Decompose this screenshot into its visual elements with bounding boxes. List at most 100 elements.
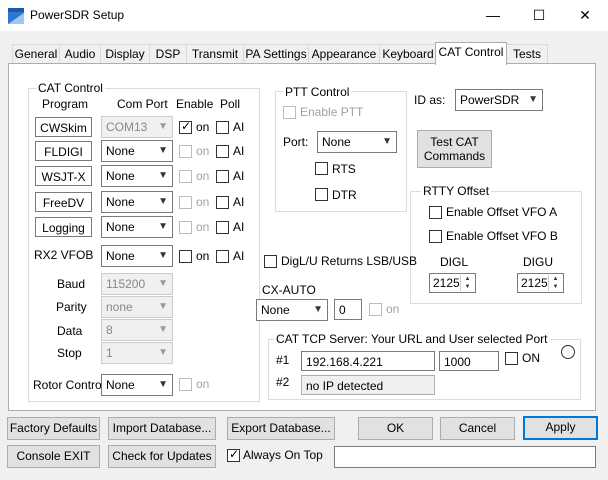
- digl-returns-checkbox[interactable]: [264, 255, 277, 268]
- enable-ptt-checkbox[interactable]: [283, 106, 296, 119]
- tab-general[interactable]: General: [12, 44, 60, 64]
- comport-value: None: [106, 195, 135, 209]
- apply-button[interactable]: Apply: [523, 416, 598, 440]
- poll-checkbox[interactable]: [216, 221, 229, 234]
- comport-select[interactable]: None ▼: [101, 165, 173, 187]
- dtr-checkbox[interactable]: [315, 188, 328, 201]
- digl-value: 2125: [433, 276, 460, 290]
- baud-value: 115200: [106, 277, 146, 291]
- tab-display[interactable]: Display: [100, 44, 150, 64]
- rotor-port-value: None: [106, 378, 135, 392]
- cx-auto-select[interactable]: None ▼: [256, 299, 328, 321]
- parity-select[interactable]: none ▼: [101, 296, 173, 318]
- poll-checkbox[interactable]: [216, 170, 229, 183]
- tab-tests[interactable]: Tests: [506, 44, 548, 64]
- status-text-field[interactable]: [334, 446, 596, 468]
- enable-checkbox[interactable]: [179, 170, 192, 183]
- tab-keyboard[interactable]: Keyboard: [379, 44, 437, 64]
- check-for-updates-button[interactable]: Check for Updates: [108, 445, 216, 468]
- tab-cat-control[interactable]: CAT Control: [435, 42, 507, 65]
- app-icon: [8, 8, 24, 24]
- tab-dsp[interactable]: DSP: [149, 44, 187, 64]
- program-name-field[interactable]: Logging: [35, 217, 92, 237]
- ptt-port-value: None: [322, 135, 351, 149]
- baud-select[interactable]: 115200 ▼: [101, 273, 173, 295]
- parity-value: none: [106, 300, 133, 314]
- comport-value: None: [106, 169, 135, 183]
- factory-defaults-button[interactable]: Factory Defaults: [7, 417, 100, 440]
- cx-auto-value: None: [261, 303, 290, 317]
- console-exit-button[interactable]: Console EXIT: [7, 445, 100, 468]
- poll-checkbox[interactable]: [216, 196, 229, 209]
- parity-label: Parity: [56, 300, 87, 314]
- chevron-down-icon: ▼: [382, 136, 392, 147]
- comport-select[interactable]: None ▼: [101, 216, 173, 238]
- tab-transmit[interactable]: Transmit: [186, 44, 244, 64]
- spinner-arrows-icon[interactable]: ▲ ▼: [460, 275, 474, 291]
- tcp-port-field[interactable]: 1000: [439, 351, 499, 371]
- always-on-top-checkbox[interactable]: [227, 447, 240, 462]
- tcp-on-label: ON: [522, 351, 540, 365]
- offset-vfob-checkbox[interactable]: [429, 230, 442, 243]
- id-as-select[interactable]: PowerSDR ▼: [455, 89, 543, 111]
- poll-checkbox[interactable]: [216, 121, 229, 134]
- spinner-arrows-icon[interactable]: ▲ ▼: [548, 275, 562, 291]
- tcp-radio-button[interactable]: [561, 345, 575, 359]
- tcp-url-field[interactable]: 192.168.4.221: [301, 351, 435, 371]
- tcp-on-checkbox[interactable]: [505, 352, 518, 365]
- cx-auto-on-checkbox[interactable]: [369, 303, 382, 316]
- tab-appearance[interactable]: Appearance: [308, 44, 380, 64]
- cx-auto-number-field[interactable]: 0: [334, 299, 362, 320]
- test-cat-commands-button[interactable]: Test CAT Commands: [417, 130, 492, 168]
- rts-checkbox[interactable]: [315, 162, 328, 175]
- program-name-field[interactable]: FreeDV: [35, 192, 92, 212]
- rx2-poll-checkbox[interactable]: [216, 250, 229, 263]
- stop-bits-select[interactable]: 1 ▼: [101, 342, 173, 364]
- digl-returns-label: DigL/U Returns LSB/USB: [281, 254, 418, 268]
- program-name-field[interactable]: WSJT-X: [35, 166, 92, 186]
- enable-ptt-label: Enable PTT: [300, 105, 364, 119]
- enable-checkbox[interactable]: [179, 145, 192, 158]
- enable-checkbox[interactable]: [179, 196, 192, 209]
- close-button[interactable]: ✕: [562, 0, 608, 31]
- enable-label: on: [196, 120, 210, 134]
- id-as-label: ID as:: [414, 93, 446, 107]
- offset-vfoa-checkbox[interactable]: [429, 206, 442, 219]
- enable-label: on: [196, 220, 210, 234]
- tcp-row1-label: #1: [276, 353, 290, 367]
- ptt-port-select[interactable]: None ▼: [317, 131, 397, 153]
- digu-spinner[interactable]: 2125 ▲ ▼: [517, 273, 564, 293]
- chevron-down-icon: ▼: [158, 121, 168, 132]
- enable-checkbox[interactable]: [179, 119, 192, 134]
- digu-label: DIGU: [523, 255, 553, 269]
- rx2-enable-checkbox[interactable]: [179, 250, 192, 263]
- digl-spinner[interactable]: 2125 ▲ ▼: [429, 273, 476, 293]
- cat-tcp-server-legend: CAT TCP Server: Your URL and User select…: [274, 332, 550, 346]
- cat-control-legend: CAT Control: [36, 81, 105, 95]
- enable-checkbox[interactable]: [179, 221, 192, 234]
- poll-checkbox[interactable]: [216, 145, 229, 158]
- tab-audio[interactable]: Audio: [59, 44, 101, 64]
- rts-label: RTS: [332, 162, 356, 176]
- comport-select[interactable]: None ▼: [101, 191, 173, 213]
- enable-label: on: [196, 144, 210, 158]
- cx-auto-on-label: on: [386, 302, 400, 316]
- comport-select[interactable]: COM13 ▼: [101, 116, 173, 138]
- program-name-field[interactable]: CWSkim: [35, 117, 92, 137]
- minimize-button[interactable]: —: [470, 0, 516, 31]
- cancel-button[interactable]: Cancel: [440, 417, 515, 440]
- data-bits-select[interactable]: 8 ▼: [101, 319, 173, 341]
- tab-pa-settings[interactable]: PA Settings: [243, 44, 309, 64]
- dtr-label: DTR: [332, 188, 357, 202]
- comport-select[interactable]: None ▼: [101, 140, 173, 162]
- rotor-enable-checkbox[interactable]: [179, 378, 192, 391]
- ok-button[interactable]: OK: [358, 417, 433, 440]
- program-name-field[interactable]: FLDIGI: [35, 141, 92, 161]
- rx2-comport-select[interactable]: None ▼: [101, 245, 173, 267]
- maximize-button[interactable]: ☐: [516, 0, 562, 31]
- rotor-port-select[interactable]: None ▼: [101, 374, 173, 396]
- import-database-button[interactable]: Import Database...: [108, 417, 216, 440]
- poll-header: Poll: [220, 97, 241, 111]
- export-database-button[interactable]: Export Database...: [227, 417, 335, 440]
- chevron-down-icon: ▼: [158, 278, 168, 289]
